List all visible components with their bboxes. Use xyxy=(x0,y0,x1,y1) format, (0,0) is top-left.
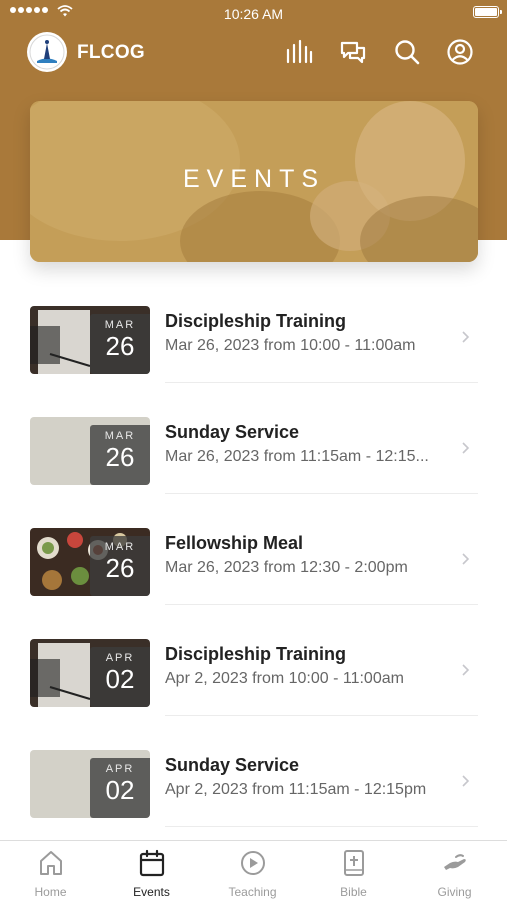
tab-label: Teaching xyxy=(228,885,277,899)
status-time: 10:26 AM xyxy=(223,6,284,22)
event-title: Sunday Service xyxy=(165,422,300,442)
status-bar: 10:26 AM xyxy=(0,0,507,28)
chat-icon[interactable] xyxy=(339,38,367,66)
equalizer-icon[interactable] xyxy=(285,38,313,66)
event-time: Mar 26, 2023 from 10:00 - 11:00am xyxy=(165,337,416,354)
search-icon[interactable] xyxy=(393,38,421,66)
chevron-right-icon xyxy=(462,331,470,343)
event-thumbnail: MAR 26 xyxy=(30,528,150,596)
logo-icon xyxy=(29,34,65,70)
chevron-right-icon xyxy=(462,442,470,454)
event-thumbnail: APR 02 xyxy=(30,750,150,818)
date-badge: APR 02 xyxy=(90,758,150,818)
tab-events[interactable]: Events xyxy=(101,841,202,901)
date-badge: MAR 26 xyxy=(90,425,150,485)
event-time: Mar 26, 2023 from 12:30 - 2:00pm xyxy=(165,559,408,576)
event-thumbnail: MAR 26 xyxy=(30,306,150,374)
divider xyxy=(165,382,478,383)
bible-icon xyxy=(344,850,364,876)
tab-label: Giving xyxy=(437,885,472,899)
battery-icon xyxy=(473,6,502,18)
date-badge: MAR 26 xyxy=(90,536,150,596)
user-icon[interactable] xyxy=(446,38,474,66)
app-name: FLCOG xyxy=(77,42,145,63)
event-month: MAR xyxy=(104,319,136,331)
tab-label: Bible xyxy=(340,885,367,899)
date-badge: MAR 26 xyxy=(90,314,150,374)
event-month: MAR xyxy=(104,541,136,553)
event-time: Mar 26, 2023 from 11:15am - 12:15... xyxy=(165,448,429,465)
events-banner: EVENTS xyxy=(30,101,478,262)
calendar-icon xyxy=(139,849,165,877)
app-bar: FLCOG xyxy=(0,30,507,74)
event-day: 26 xyxy=(105,553,135,583)
event-month: APR xyxy=(105,763,135,775)
tab-giving[interactable]: Giving xyxy=(404,841,505,901)
event-title: Discipleship Training xyxy=(165,644,347,664)
event-row[interactable]: APR 02 Sunday Service Apr 2, 2023 from 1… xyxy=(30,737,478,827)
event-day: 02 xyxy=(105,664,135,694)
tab-bible[interactable]: Bible xyxy=(303,841,404,901)
divider xyxy=(165,826,478,827)
divider xyxy=(165,493,478,494)
church-logo[interactable] xyxy=(27,32,67,72)
event-day: 02 xyxy=(105,775,135,805)
event-title: Discipleship Training xyxy=(165,311,347,331)
giving-hand-icon xyxy=(444,854,466,870)
chevron-right-icon xyxy=(462,553,470,565)
home-icon xyxy=(40,851,62,875)
banner-title: EVENTS xyxy=(182,165,326,193)
play-icon xyxy=(241,851,265,875)
event-time: Apr 2, 2023 from 10:00 - 11:00am xyxy=(165,670,404,687)
tab-label: Home xyxy=(34,885,67,899)
event-row[interactable]: MAR 26 Sunday Service Mar 26, 2023 from … xyxy=(30,404,478,494)
event-row[interactable]: APR 02 Discipleship Training Apr 2, 2023… xyxy=(30,626,478,716)
event-thumbnail: APR 02 xyxy=(30,639,150,707)
date-badge: APR 02 xyxy=(90,647,150,707)
tab-label: Events xyxy=(133,885,170,899)
event-day: 26 xyxy=(105,442,135,472)
tab-teaching[interactable]: Teaching xyxy=(202,841,303,901)
chevron-right-icon xyxy=(462,775,470,787)
tab-home[interactable]: Home xyxy=(0,841,101,901)
event-row[interactable]: MAR 26 Discipleship Training Mar 26, 202… xyxy=(30,293,478,383)
event-row[interactable]: MAR 26 Fellowship Meal Mar 26, 2023 from… xyxy=(30,515,478,605)
divider xyxy=(165,715,478,716)
event-month: APR xyxy=(105,652,135,664)
tab-bar: Home Events Teaching Bible Giving xyxy=(0,840,507,901)
event-time: Apr 2, 2023 from 11:15am - 12:15pm xyxy=(165,781,427,798)
event-title: Fellowship Meal xyxy=(165,533,304,553)
event-thumbnail: MAR 26 xyxy=(30,417,150,485)
event-title: Sunday Service xyxy=(165,755,300,775)
event-day: 26 xyxy=(105,331,135,361)
chevron-right-icon xyxy=(462,664,470,676)
divider xyxy=(165,604,478,605)
event-month: MAR xyxy=(104,430,136,442)
